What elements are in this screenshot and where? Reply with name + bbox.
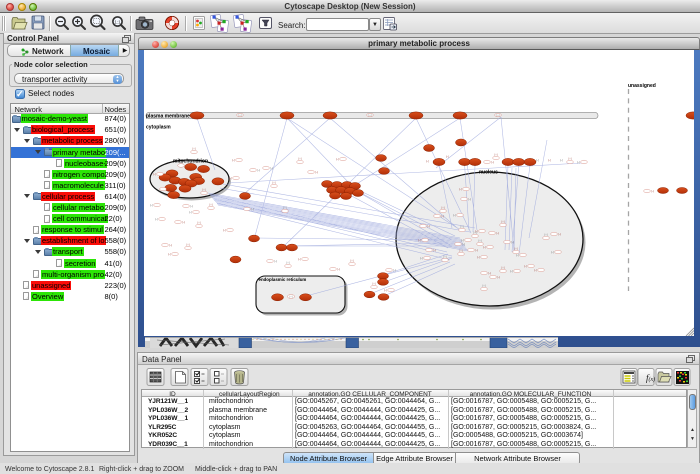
svg-text:[--]: [--] [190, 206, 193, 208]
svg-text:[--]: [--] [168, 254, 171, 256]
svg-text:[--]: [--] [315, 172, 318, 174]
svg-text:[--]: [--] [545, 235, 548, 237]
svg-text:[--]: [--] [496, 233, 499, 235]
svg-text:[--]: [--] [468, 199, 471, 201]
svg-text:[--]: [--] [524, 266, 527, 268]
svg-text:[--]: [--] [153, 174, 156, 176]
svg-text:[--]: [--] [516, 255, 519, 257]
svg-text:[--]: [--] [444, 257, 447, 259]
svg-text:[--]: [--] [488, 273, 491, 275]
svg-text:[--]: [--] [577, 162, 580, 164]
svg-text:[--]: [--] [569, 159, 572, 161]
svg-text:[--]: [--] [270, 168, 273, 170]
svg-text:[--]: [--] [198, 223, 201, 225]
svg-text:[--]: [--] [474, 233, 477, 235]
svg-text:cytoplasm: cytoplasm [146, 125, 171, 131]
svg-text:mitochondrion: mitochondrion [173, 159, 208, 165]
svg-text:[--]: [--] [239, 115, 242, 117]
svg-text:[--]: [--] [483, 247, 486, 249]
svg-text:[--]: [--] [274, 261, 277, 263]
svg-text:[--]: [--] [511, 242, 514, 244]
svg-text:[--]: [--] [427, 226, 430, 228]
svg-text:[--]: [--] [461, 227, 464, 229]
svg-text:1:1: 1:1 [114, 20, 121, 25]
svg-text:[--]: [--] [169, 245, 172, 247]
svg-text:[--]: [--] [433, 250, 436, 252]
svg-text:[--]: [--] [442, 208, 445, 210]
svg-text:[--]: [--] [460, 251, 463, 253]
svg-text:[--]: [--] [287, 263, 290, 265]
svg-text:unassigned: unassigned [628, 83, 656, 89]
svg-text:[--]: [--] [515, 249, 518, 251]
svg-text:[--]: [--] [182, 222, 185, 224]
svg-text:[--]: [--] [551, 252, 554, 254]
svg-text:[--]: [--] [167, 189, 170, 191]
svg-text:[--]: [--] [446, 157, 449, 159]
svg-text:[--]: [--] [351, 261, 354, 263]
svg-text:[--]: [--] [491, 162, 494, 164]
svg-text:nucleus: nucleus [479, 170, 498, 176]
svg-text:[--]: [--] [462, 244, 465, 246]
svg-text:[--]: [--] [536, 160, 539, 162]
svg-text:[--]: [--] [284, 208, 287, 210]
svg-text:[--]: [--] [651, 191, 654, 193]
svg-text:[--]: [--] [290, 297, 293, 299]
svg-text:[--]: [--] [479, 241, 482, 243]
svg-text:[--]: [--] [369, 115, 372, 117]
svg-text:[--]: [--] [441, 216, 444, 218]
svg-text:[--]: [--] [210, 205, 213, 207]
svg-text:[--]: [--] [497, 277, 500, 279]
svg-text:[--]: [--] [189, 212, 192, 214]
svg-text:[--]: [--] [502, 222, 505, 224]
svg-text:endoplasmic reticulum: endoplasmic reticulum [259, 277, 307, 282]
svg-text:[--]: [--] [426, 161, 429, 163]
svg-text:[--]: [--] [251, 209, 254, 211]
svg-text:[--]: [--] [232, 160, 235, 162]
svg-text:[--]: [--] [337, 269, 340, 271]
svg-text:[--]: [--] [453, 215, 456, 217]
svg-text:[--]: [--] [373, 284, 376, 286]
svg-text:[--]: [--] [418, 240, 421, 242]
svg-text:[--]: [--] [497, 115, 500, 117]
svg-text:[--]: [--] [510, 271, 513, 273]
svg-text:[--]: [--] [477, 257, 480, 259]
svg-text:[--]: [--] [560, 160, 563, 162]
svg-text:[--]: [--] [155, 219, 158, 221]
svg-text:[--]: [--] [298, 259, 301, 261]
svg-text:[--]: [--] [384, 290, 387, 292]
svg-text:[--]: [--] [187, 245, 190, 247]
svg-text:[--]: [--] [461, 240, 464, 242]
svg-text:[--]: [--] [483, 286, 486, 288]
svg-text:[--]: [--] [336, 159, 339, 161]
svg-text:[--]: [--] [193, 149, 196, 151]
svg-text:plasma membrane: plasma membrane [146, 113, 190, 119]
svg-text:[--]: [--] [548, 160, 551, 162]
svg-text:[--]: [--] [534, 270, 537, 272]
svg-text:[--]: [--] [203, 190, 206, 192]
svg-text:[--]: [--] [299, 159, 302, 161]
svg-text:[--]: [--] [420, 258, 423, 260]
svg-text:[--]: [--] [502, 268, 505, 270]
svg-text:[--]: [--] [558, 234, 561, 236]
svg-text:[--]: [--] [150, 205, 153, 207]
svg-text:[--]: [--] [223, 230, 226, 232]
svg-text:[--]: [--] [459, 189, 462, 191]
svg-text:[--]: [--] [393, 270, 396, 272]
svg-text:[--]: [--] [229, 178, 232, 180]
svg-text:[--]: [--] [495, 155, 498, 157]
svg-text:[--]: [--] [257, 170, 260, 172]
svg-text:[--]: [--] [475, 250, 478, 252]
svg-text:[--]: [--] [273, 183, 276, 185]
